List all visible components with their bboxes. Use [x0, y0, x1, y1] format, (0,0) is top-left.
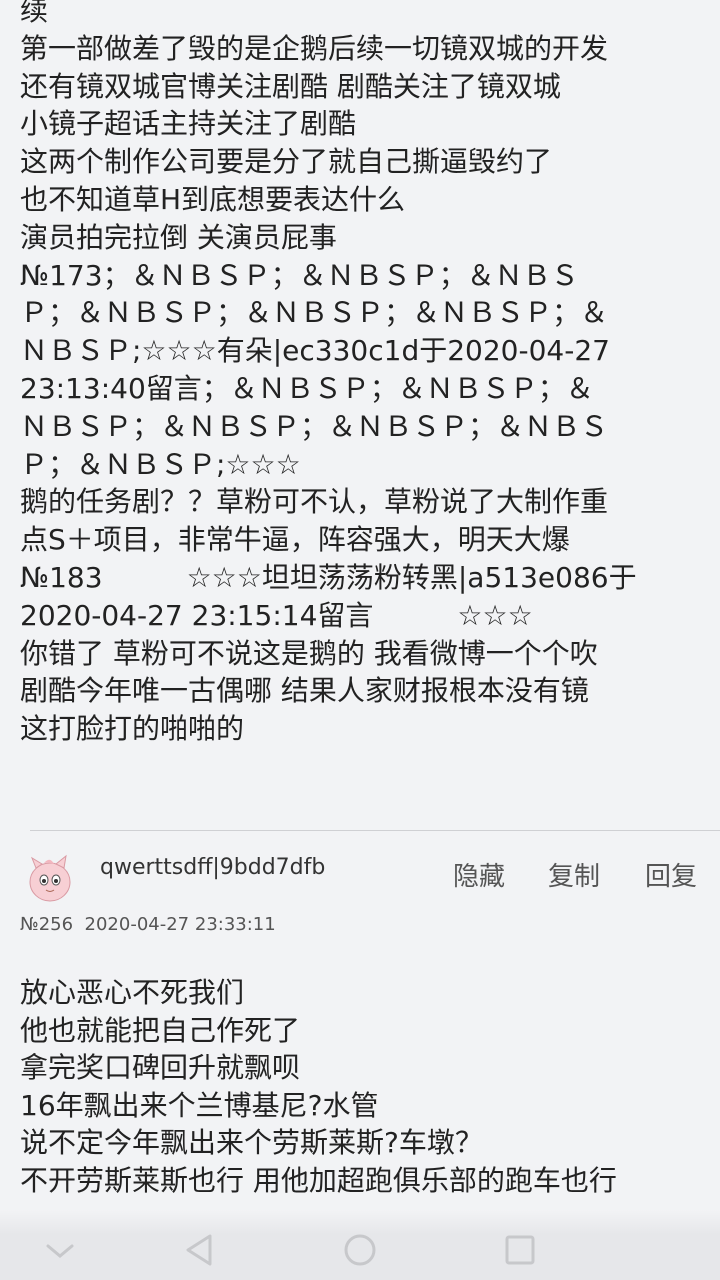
text-line: 小镜子超话主持关注了剧酷 [20, 107, 357, 141]
text-line: Ｐ；＆ＮＢＳＰ；＆ＮＢＳＰ；＆ＮＢＳＰ；＆ [20, 296, 609, 330]
text-line: 剧酷今年唯一古偶哪 结果人家财报根本没有镜 [20, 674, 589, 708]
reply-username[interactable]: qwerttsdff|9bdd7dfb [100, 855, 325, 880]
text-line: №173；＆ＮＢＳＰ；＆ＮＢＳＰ；＆ＮＢＳ [20, 258, 579, 292]
text-line: Ｐ；＆ＮＢＳＰ;☆☆☆ [20, 447, 301, 481]
text-line: 16年飘出来个兰博基尼?水管 [20, 1088, 379, 1122]
home-circle-icon[interactable] [340, 1230, 380, 1270]
text-line: 点S＋项目，非常牛逼，阵容强大，明天大爆 [20, 523, 570, 557]
user-avatar[interactable] [22, 850, 78, 906]
text-line: 拿完奖口碑回升就飘呗 [20, 1051, 301, 1084]
text-line: 放心恶心不死我们 [20, 976, 245, 1009]
reply-meta: №256 2020-04-27 23:33:11 [20, 914, 276, 935]
recents-square-icon[interactable] [500, 1230, 540, 1270]
text-line: 不开劳斯莱斯也行 用他加超跑俱乐部的跑车也行 [20, 1163, 617, 1197]
text-line: 说不定今年飘出来个劳斯莱斯?车墩？ [20, 1126, 483, 1159]
text-line: 演员拍完拉倒 关演员屁事 [20, 220, 337, 254]
back-triangle-icon[interactable] [180, 1230, 220, 1270]
chevron-down-icon[interactable] [40, 1230, 80, 1270]
copy-button[interactable]: 复制 [548, 856, 600, 893]
text-line: ＮＢＳＰ;☆☆☆有朵|ec330c1d于2020-04-27 [20, 334, 610, 368]
text-line: 鹅的任务剧？？草粉可不认，草粉说了大制作重 [20, 485, 609, 519]
avatar-icon [29, 854, 71, 902]
text-line: 第一部做差了毁的是企鹅后续一切镜双城的开发 [20, 31, 609, 65]
reply-number: №256 [20, 914, 74, 935]
hide-button[interactable]: 隐藏 [453, 856, 505, 893]
reply-button[interactable]: 回复 [645, 856, 697, 893]
text-line: 这打脸打的啪啪的 [20, 712, 245, 746]
text-line: 续 [20, 0, 49, 27]
text-line: 你错了 草粉可不说这是鹅的 我看微博一个个吹 [20, 636, 598, 670]
text-line: 还有镜双城官博关注剧酷 剧酷关注了镜双城 [20, 69, 561, 103]
text-line: 这两个制作公司要是分了就自己撕逼毁约了 [20, 145, 553, 179]
reply-timestamp: 2020-04-27 23:33:11 [84, 914, 276, 935]
text-line: 也不知道草H到底想要表达什么 [20, 182, 406, 216]
text-line: 2020-04-27 23:15:14留言 ☆☆☆ [20, 598, 533, 632]
text-line: ＮＢＳＰ；＆ＮＢＳＰ；＆ＮＢＳＰ；＆ＮＢＳ [20, 409, 609, 443]
divider [30, 830, 720, 831]
text-line: 他也就能把自己作死了 [20, 1013, 301, 1047]
reply-content: 放心恶心不死我们他也就能把自己作死了 拿完奖口碑回升就飘呗 16年飘出来个兰博基尼?… [20, 974, 710, 1199]
post-content: 续第一部做差了毁的是企鹅后续一切镜双城的开发 还有镜双城官博关注剧酷 剧酷关注了镜… [20, 0, 710, 748]
text-line: №183 ☆☆☆坦坦荡荡粉转黑|a513e086于 [20, 560, 637, 594]
text-line: 23:13:40留言；＆ＮＢＳＰ；＆ＮＢＳＰ；＆ [20, 371, 594, 405]
system-nav-bar [0, 1210, 720, 1280]
